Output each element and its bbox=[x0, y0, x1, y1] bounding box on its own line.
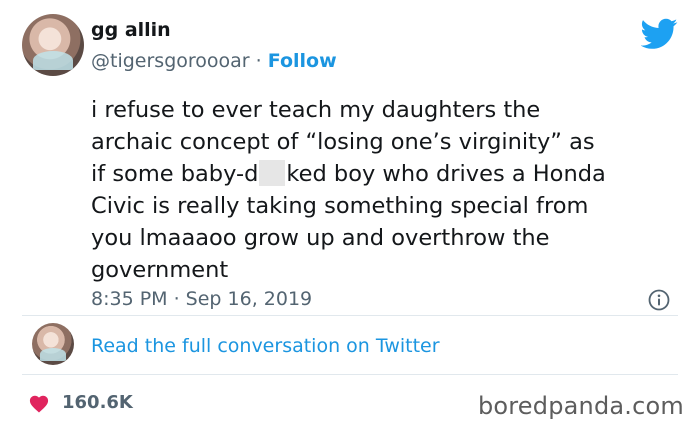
info-icon[interactable] bbox=[648, 289, 670, 311]
author-name[interactable]: gg allin bbox=[91, 19, 171, 41]
tweet-line-part: ked boy who drives a Honda bbox=[286, 161, 606, 187]
author-avatar[interactable] bbox=[22, 14, 84, 76]
heart-icon[interactable] bbox=[28, 393, 50, 413]
conversation-avatar[interactable] bbox=[32, 323, 74, 365]
tweet-line: Civic is really taking something special… bbox=[91, 193, 589, 219]
tweet-line: government bbox=[91, 257, 229, 283]
twitter-bird-icon[interactable] bbox=[641, 18, 678, 50]
divider bbox=[22, 374, 678, 375]
redaction-block bbox=[259, 160, 286, 186]
tweet-line-part: if some baby-d bbox=[91, 161, 259, 187]
like-count: 160.6K bbox=[62, 392, 133, 413]
handle-separator: · bbox=[255, 50, 262, 72]
tweet-line: you lmaaaoo grow up and overthrow the bbox=[91, 225, 550, 251]
tweet-timestamp[interactable]: 8:35 PM · Sep 16, 2019 bbox=[91, 288, 312, 310]
author-handle[interactable]: @tigersgoroooar bbox=[91, 50, 250, 72]
tweet-line: archaic concept of “losing one’s virgini… bbox=[91, 129, 595, 155]
tweet-text: i refuse to ever teach my daughters the … bbox=[91, 94, 683, 286]
boredpanda-watermark: boredpanda.com bbox=[477, 392, 684, 420]
author-handle-line: @tigersgoroooar · Follow bbox=[91, 50, 337, 72]
read-conversation-link[interactable]: Read the full conversation on Twitter bbox=[91, 335, 440, 357]
follow-button[interactable]: Follow bbox=[268, 50, 337, 72]
divider bbox=[22, 315, 678, 316]
tweet-line: if some baby-d ked boy who drives a Honda bbox=[91, 158, 683, 190]
tweet-line: i refuse to ever teach my daughters the bbox=[91, 97, 541, 123]
